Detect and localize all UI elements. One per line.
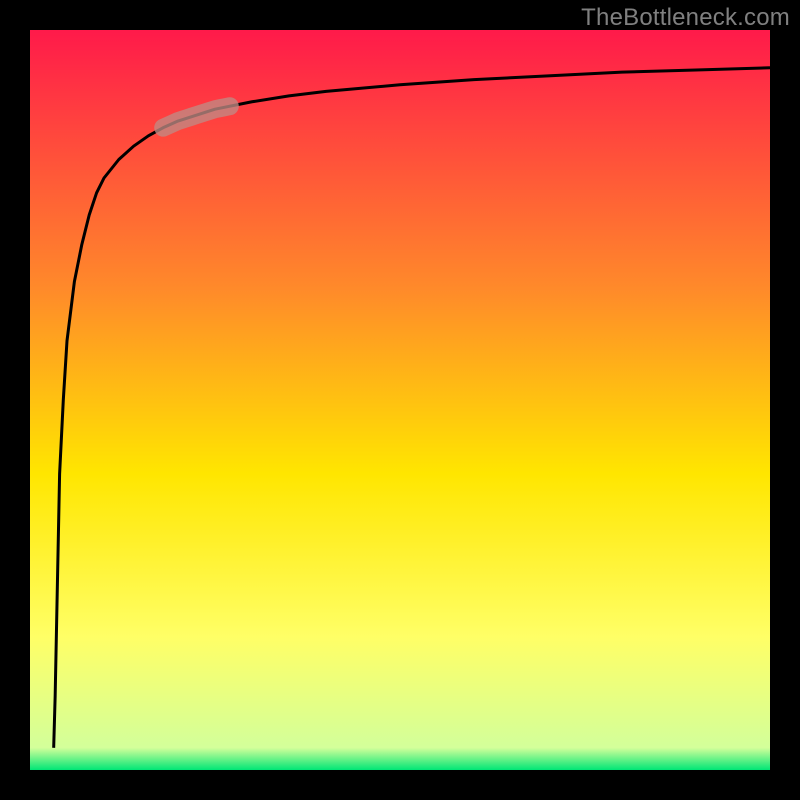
chart-canvas bbox=[0, 0, 800, 800]
attribution-text: TheBottleneck.com bbox=[581, 4, 790, 32]
